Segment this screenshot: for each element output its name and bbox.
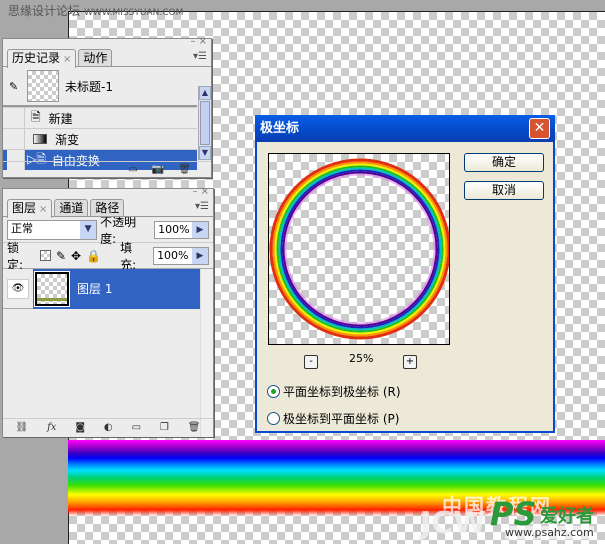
layers-footer: ⛓ fx ◙ ◐ ▭ ❐ 🗑	[3, 418, 213, 436]
layer-row[interactable]: 👁 图层 1	[3, 268, 201, 309]
history-footer: ▭ 📷 🗑	[3, 161, 211, 177]
history-panel: – × 历史记录 × 动作 ▾☰ ✎ 未标题-1 🗎 新建 渐变 ▷🗎 自由变换 ▲ ▼…	[2, 36, 212, 178]
gradient-icon	[33, 134, 47, 144]
history-item[interactable]: 🗎 新建	[3, 107, 197, 128]
layer-thumbnail	[34, 270, 70, 307]
opacity-value: 100%	[158, 222, 190, 236]
blend-mode-value: 正常	[11, 221, 33, 235]
fill-label: 填充:	[120, 240, 137, 272]
history-item[interactable]: 渐变	[3, 128, 197, 149]
fill-slider-arrow-icon[interactable]: ▶	[191, 247, 208, 264]
adjustment-layer-icon[interactable]: ◐	[104, 422, 113, 433]
zoom-out-button[interactable]: -	[304, 355, 318, 369]
history-item-label: 新建	[48, 111, 73, 126]
rainbow-ring-preview	[269, 158, 449, 340]
zoom-level: 25%	[349, 352, 374, 365]
watermark-text: 思缘设计论坛	[8, 4, 81, 18]
tab-label: 动作	[83, 51, 108, 65]
panel-menu-icon[interactable]: ▾☰	[193, 51, 207, 62]
tab-label: 通道	[59, 201, 84, 215]
close-icon[interactable]: ×	[39, 204, 47, 215]
trash-icon[interactable]: 🗑	[188, 422, 201, 433]
radio-rect-to-polar[interactable]: 平面坐标到极坐标 (R)	[267, 383, 401, 400]
ok-button[interactable]: 确定	[464, 153, 544, 172]
tab-actions[interactable]: 动作	[78, 49, 113, 66]
chevron-down-icon: ▼	[80, 220, 97, 239]
filter-preview[interactable]	[268, 153, 450, 345]
lock-all-icon[interactable]: 🔒	[86, 249, 101, 263]
watermark-url: WWW.MISSYUAN.COM	[84, 8, 184, 18]
tab-history[interactable]: 历史记录 ×	[7, 49, 77, 68]
fx-layer-style-icon[interactable]: fx	[47, 422, 56, 433]
layer-name[interactable]: 图层 1	[77, 280, 112, 297]
tab-layers[interactable]: 图层 ×	[7, 199, 53, 218]
radio-label: 极坐标到平面坐标 (P)	[283, 412, 400, 426]
tab-label: 图层	[12, 201, 37, 215]
tab-label: 路径	[95, 201, 120, 215]
radio-unchecked-icon	[267, 412, 280, 425]
radio-label: 平面坐标到极坐标 (R)	[283, 385, 401, 399]
radio-polar-to-rect[interactable]: 极坐标到平面坐标 (P)	[267, 410, 399, 427]
snapshot-label: 未标题-1	[65, 79, 113, 94]
tab-label: 历史记录	[12, 51, 61, 65]
snapshot-thumbnail	[27, 70, 59, 102]
fill-input[interactable]: 100% ▶	[153, 246, 209, 265]
zoom-in-button[interactable]: +	[403, 355, 417, 369]
dialog-title: 极坐标	[260, 121, 300, 136]
rainbow-gradient-layer	[68, 440, 605, 516]
cancel-button[interactable]: 取消	[464, 181, 544, 200]
panel-controls-icon[interactable]: – ×	[192, 186, 209, 197]
trash-icon[interactable]: 🗑	[178, 164, 191, 175]
document-icon: 🗎	[31, 109, 41, 124]
history-snapshot[interactable]: ✎ 未标题-1	[3, 67, 211, 105]
layer-mask-icon[interactable]: ◙	[75, 422, 85, 433]
layers-panel: – × 图层 × 通道 路径 ▾☰ 正常 ▼ 不透明度: 100% ▶ 锁定: ✎ ✥…	[2, 186, 214, 437]
new-document-icon[interactable]: ▭	[128, 164, 137, 175]
history-item-label: 渐变	[55, 132, 80, 147]
close-icon[interactable]: ✕	[529, 118, 550, 139]
history-brush-icon[interactable]: ✎	[9, 80, 25, 93]
new-layer-icon[interactable]: ❐	[160, 422, 169, 433]
tab-channels[interactable]: 通道	[54, 199, 89, 216]
snapshot-icon[interactable]: 📷	[152, 164, 164, 175]
panel-menu-icon[interactable]: ▾☰	[195, 201, 209, 212]
fill-value: 100%	[157, 248, 189, 262]
polar-coordinates-dialog: 极坐标 ✕ 确定 取消 - 25% + 平面坐标到极坐标 (R) 极坐标到平面坐标…	[255, 115, 555, 433]
link-layers-icon[interactable]: ⛓	[15, 422, 28, 433]
panel-controls-icon[interactable]: – ×	[190, 36, 207, 47]
tab-paths[interactable]: 路径	[90, 199, 125, 216]
close-icon[interactable]: ×	[63, 54, 71, 65]
opacity-slider-arrow-icon[interactable]: ▶	[191, 221, 208, 238]
eye-visibility-icon[interactable]: 👁	[7, 278, 29, 299]
history-scrollbar[interactable]: ▲ ▼	[198, 86, 211, 160]
layers-scrollbar[interactable]	[200, 269, 213, 437]
dialog-titlebar[interactable]: 极坐标 ✕	[255, 115, 555, 142]
radio-checked-icon	[267, 385, 280, 398]
folder-group-icon[interactable]: ▭	[132, 422, 141, 433]
lock-label: 锁定:	[7, 240, 24, 272]
lock-position-move-icon[interactable]: ✥	[71, 249, 81, 263]
opacity-input[interactable]: 100% ▶	[154, 220, 209, 239]
watermark-top: 思缘设计论坛 WWW.MISSYUAN.COM	[8, 2, 183, 19]
blend-mode-select[interactable]: 正常 ▼	[7, 219, 98, 240]
lock-transparency-icon[interactable]	[40, 250, 51, 261]
lock-image-brush-icon[interactable]: ✎	[56, 249, 66, 263]
